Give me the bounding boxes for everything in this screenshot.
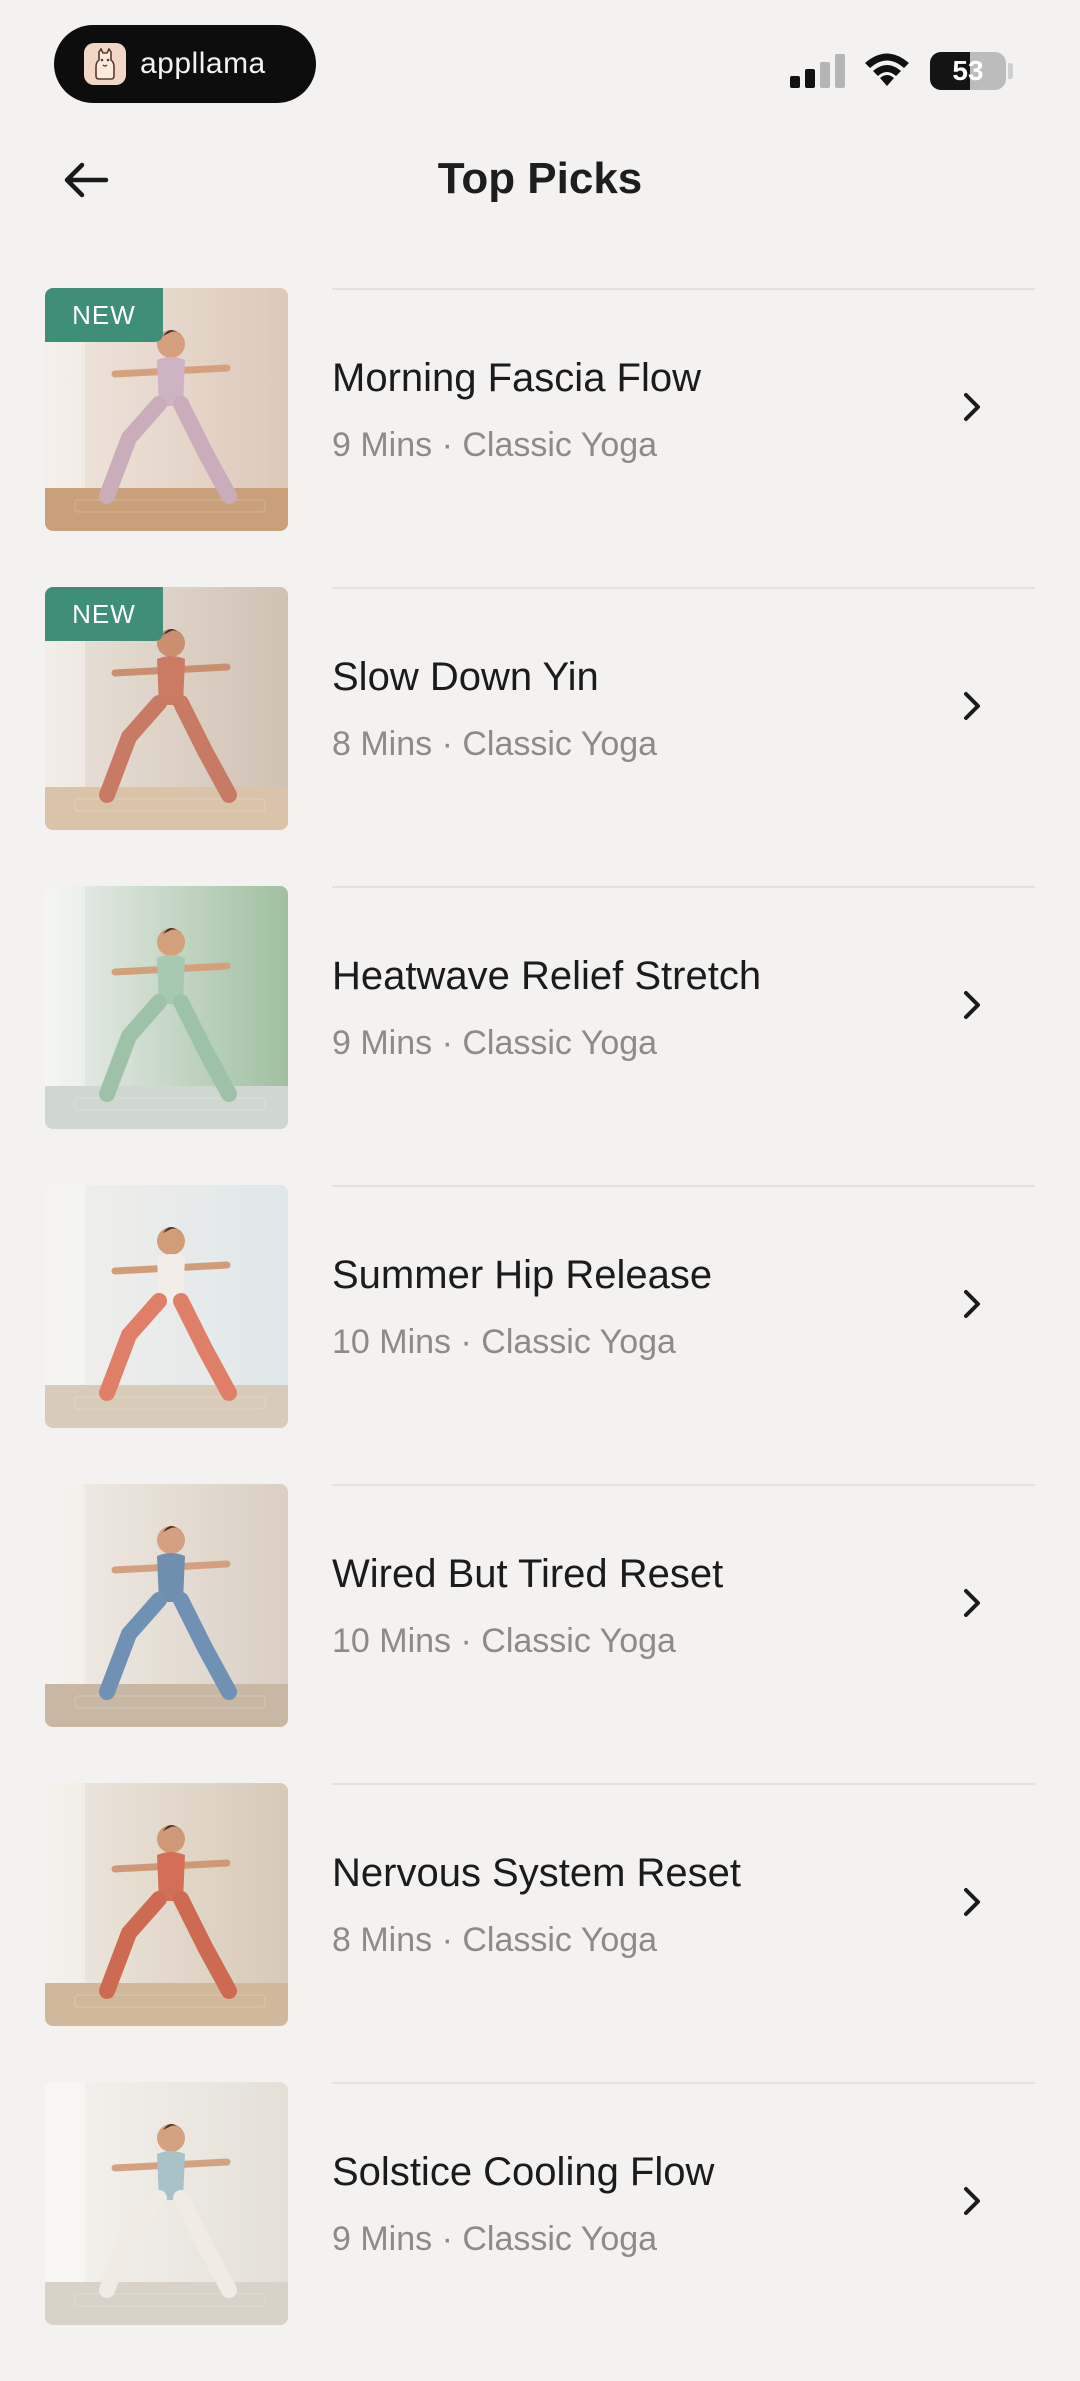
- workout-thumbnail[interactable]: NEW: [45, 288, 288, 531]
- list-item[interactable]: NEW Slow Down Yin 8 Mins · Classic Yoga: [0, 587, 1080, 886]
- workout-thumbnail[interactable]: NEW: [45, 587, 288, 830]
- row-divider: [332, 886, 1035, 888]
- cellular-signal-icon: [790, 54, 845, 88]
- battery-tip: [1008, 63, 1013, 79]
- workout-title: Nervous System Reset: [332, 1851, 742, 1895]
- app-name: appllama: [140, 47, 266, 80]
- yoga-pose-image: [45, 2082, 288, 2325]
- workout-thumbnail[interactable]: [45, 2082, 288, 2325]
- workout-title: Slow Down Yin: [332, 655, 599, 699]
- battery-level: 53: [952, 55, 984, 86]
- workout-title: Heatwave Relief Stretch: [332, 954, 762, 998]
- workout-title: Morning Fascia Flow: [332, 356, 702, 400]
- workout-meta: 10 Mins · Classic Yoga: [332, 1323, 676, 1361]
- chevron-right-icon[interactable]: [958, 988, 986, 1022]
- yoga-pose-image: [45, 1185, 288, 1428]
- workout-meta: 9 Mins · Classic Yoga: [332, 2220, 658, 2258]
- yoga-pose-image: [45, 1484, 288, 1727]
- chevron-right-icon[interactable]: [958, 689, 986, 723]
- workout-title: Solstice Cooling Flow: [332, 2150, 715, 2194]
- list-item[interactable]: Summer Hip Release 10 Mins · Classic Yog…: [0, 1185, 1080, 1484]
- app-badge-pill[interactable]: appllama: [54, 25, 316, 103]
- workout-list: NEW Morning Fascia Flow 9 Mins · Classic…: [0, 288, 1080, 2381]
- row-divider: [332, 1185, 1035, 1187]
- chevron-right-icon[interactable]: [958, 1287, 986, 1321]
- row-divider: [332, 1484, 1035, 1486]
- new-badge: NEW: [45, 587, 163, 641]
- workout-meta: 8 Mins · Classic Yoga: [332, 1921, 658, 1959]
- list-item[interactable]: Wired But Tired Reset 10 Mins · Classic …: [0, 1484, 1080, 1783]
- workout-title: Wired But Tired Reset: [332, 1552, 724, 1596]
- row-divider: [332, 2082, 1035, 2084]
- llama-logo-icon: [84, 43, 126, 85]
- workout-title: Summer Hip Release: [332, 1253, 713, 1297]
- new-badge: NEW: [45, 288, 163, 342]
- chevron-right-icon[interactable]: [958, 390, 986, 424]
- battery-icon: 53: [930, 52, 1006, 90]
- list-item[interactable]: Heatwave Relief Stretch 9 Mins · Classic…: [0, 886, 1080, 1185]
- workout-thumbnail[interactable]: [45, 1484, 288, 1727]
- top-bar: Top Picks: [0, 140, 1080, 220]
- workout-meta: 8 Mins · Classic Yoga: [332, 725, 658, 763]
- workout-meta: 10 Mins · Classic Yoga: [332, 1622, 676, 1660]
- chevron-right-icon[interactable]: [958, 2184, 986, 2218]
- chevron-right-icon[interactable]: [958, 1586, 986, 1620]
- row-divider: [332, 1783, 1035, 1785]
- yoga-pose-image: [45, 886, 288, 1129]
- page-title: Top Picks: [437, 154, 643, 203]
- wifi-icon: [865, 53, 909, 86]
- workout-meta: 9 Mins · Classic Yoga: [332, 1024, 658, 1062]
- list-item[interactable]: Nervous System Reset 8 Mins · Classic Yo…: [0, 1783, 1080, 2082]
- workout-thumbnail[interactable]: [45, 886, 288, 1129]
- row-divider: [332, 288, 1035, 290]
- workout-thumbnail[interactable]: [45, 1185, 288, 1428]
- chevron-right-icon[interactable]: [958, 1885, 986, 1919]
- yoga-pose-image: [45, 1783, 288, 2026]
- status-bar: appllama 53: [0, 0, 1080, 120]
- list-item[interactable]: Solstice Cooling Flow 9 Mins · Classic Y…: [0, 2082, 1080, 2381]
- list-item[interactable]: NEW Morning Fascia Flow 9 Mins · Classic…: [0, 288, 1080, 587]
- workout-thumbnail[interactable]: [45, 1783, 288, 2026]
- workout-meta: 9 Mins · Classic Yoga: [332, 426, 658, 464]
- row-divider: [332, 587, 1035, 589]
